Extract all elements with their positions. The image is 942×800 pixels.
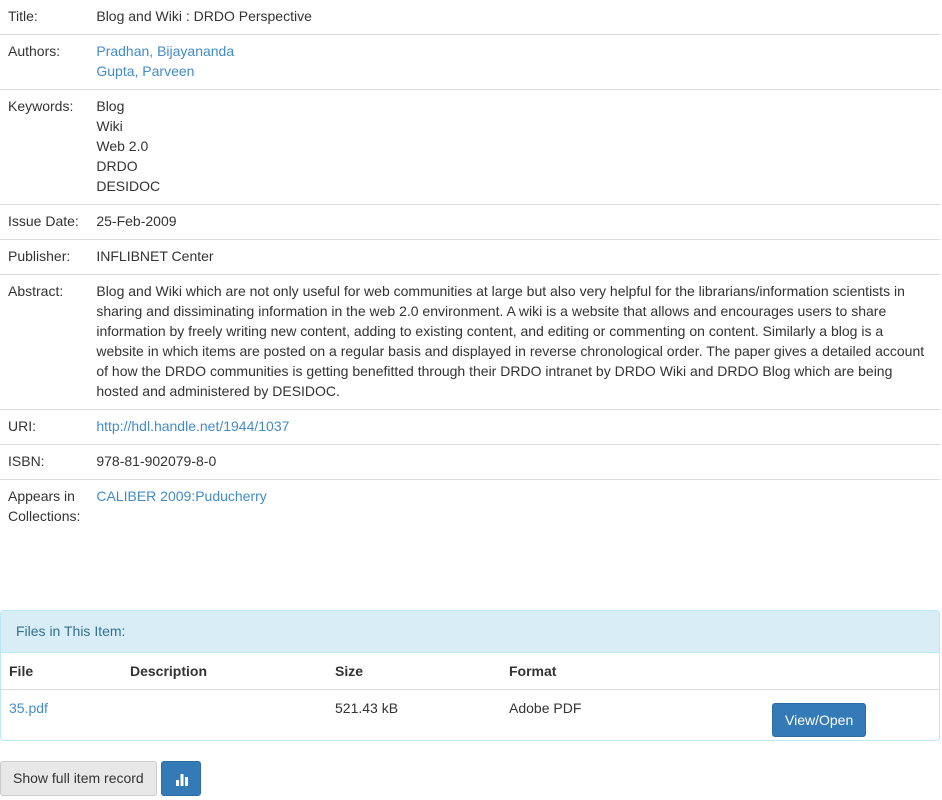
files-header-row: File Description Size Format bbox=[1, 653, 939, 690]
title-label: Title: bbox=[8, 8, 38, 24]
uri-link[interactable]: http://hdl.handle.net/1944/1037 bbox=[96, 418, 289, 434]
issue-date-row: Issue Date: 25-Feb-2009 bbox=[0, 204, 940, 240]
keywords-label: Keywords: bbox=[0, 89, 89, 205]
item-metadata-table: Title: Blog and Wiki : DRDO Perspective … bbox=[0, 0, 940, 534]
file-size: 521.43 kB bbox=[335, 700, 399, 716]
authors-row: Authors: Pradhan, Bijayananda Gupta, Par… bbox=[0, 34, 940, 90]
keyword: Wiki bbox=[96, 118, 123, 134]
column-header-format: Format bbox=[501, 653, 762, 690]
publisher-row: Publisher: INFLIBNET Center bbox=[0, 239, 940, 275]
issue-date-label: Issue Date: bbox=[0, 204, 89, 240]
keyword: Blog bbox=[96, 98, 125, 114]
isbn-value: 978-81-902079-8-0 bbox=[88, 444, 940, 480]
isbn-row: ISBN: 978-81-902079-8-0 bbox=[0, 444, 940, 480]
keyword: DRDO bbox=[96, 158, 138, 174]
publisher-value: INFLIBNET Center bbox=[88, 239, 940, 275]
footer-actions: Show full item record bbox=[0, 761, 157, 796]
file-link[interactable]: 35.pdf bbox=[9, 700, 48, 716]
author-link[interactable]: Pradhan, Bijayananda bbox=[96, 41, 932, 61]
keyword: Web 2.0 bbox=[96, 138, 149, 154]
bar-chart-icon bbox=[176, 774, 188, 786]
abstract-value: Blog and Wiki which are not only useful … bbox=[88, 274, 940, 410]
authors-label: Authors: bbox=[0, 34, 89, 90]
publisher-label: Publisher: bbox=[0, 239, 89, 275]
collection-link[interactable]: CALIBER 2009:Puducherry bbox=[96, 488, 266, 504]
files-panel-heading: Files in This Item: bbox=[1, 611, 939, 653]
uri-row: URI: http://hdl.handle.net/1944/1037 bbox=[0, 409, 940, 445]
collections-row: Appears in Collections: CALIBER 2009:Pud… bbox=[0, 479, 940, 534]
uri-label: URI: bbox=[0, 409, 89, 445]
collections-label: Appears in Collections: bbox=[0, 479, 89, 534]
file-row: 35.pdf 521.43 kB Adobe PDF View/Open bbox=[1, 690, 939, 741]
column-header-file: File bbox=[1, 653, 122, 690]
view-open-button[interactable]: View/Open bbox=[772, 703, 867, 737]
keywords-row: Keywords: Blog Wiki Web 2.0 DRDO DESIDOC bbox=[0, 89, 940, 205]
column-header-action bbox=[762, 653, 939, 690]
isbn-label: ISBN: bbox=[0, 444, 89, 480]
file-description bbox=[122, 690, 327, 741]
abstract-label: Abstract: bbox=[0, 274, 89, 410]
statistics-button[interactable] bbox=[161, 761, 201, 796]
files-table: File Description Size Format 35.pdf 521.… bbox=[1, 653, 939, 741]
file-format: Adobe PDF bbox=[509, 700, 582, 716]
column-header-description: Description bbox=[122, 653, 327, 690]
column-header-size: Size bbox=[327, 653, 501, 690]
show-full-record-button[interactable]: Show full item record bbox=[0, 761, 157, 796]
keyword: DESIDOC bbox=[96, 178, 161, 194]
abstract-row: Abstract: Blog and Wiki which are not on… bbox=[0, 274, 940, 410]
title-row: Title: Blog and Wiki : DRDO Perspective bbox=[0, 0, 940, 35]
title-value: Blog and Wiki : DRDO Perspective bbox=[96, 8, 312, 24]
files-panel: Files in This Item: File Description Siz… bbox=[0, 610, 940, 741]
issue-date-value: 25-Feb-2009 bbox=[88, 204, 940, 240]
author-link[interactable]: Gupta, Parveen bbox=[96, 61, 932, 81]
